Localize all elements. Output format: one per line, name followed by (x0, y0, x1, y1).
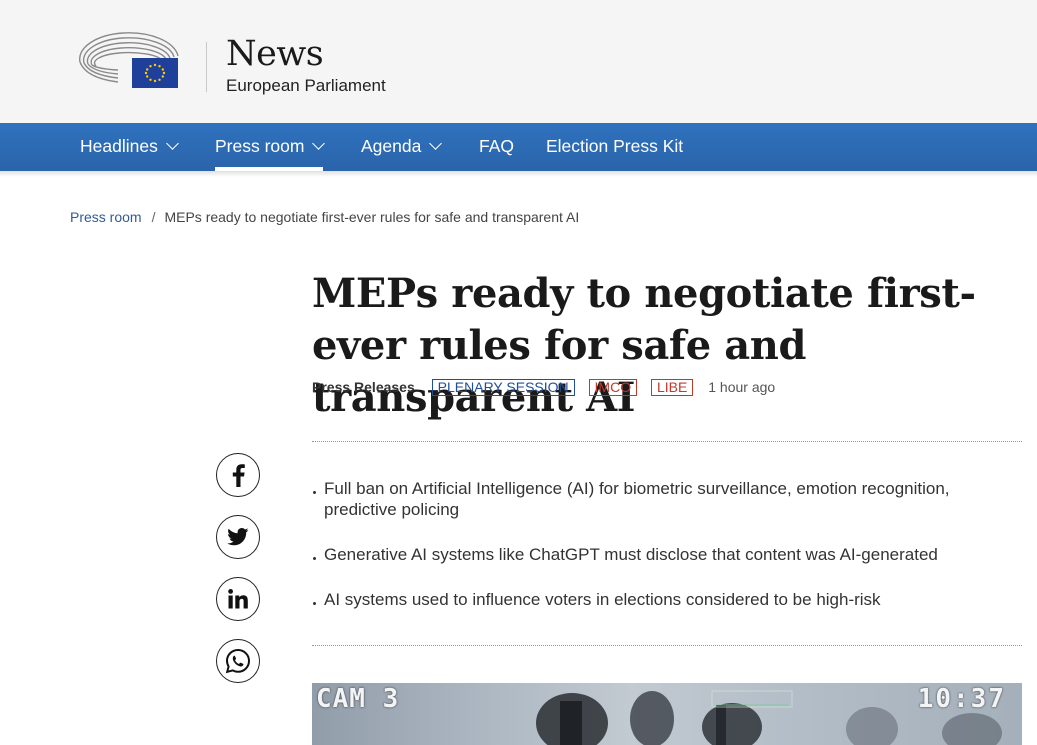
breadcrumb-current: MEPs ready to negotiate first-ever rules… (164, 209, 580, 225)
twitter-icon (227, 528, 249, 546)
facebook-icon (232, 464, 245, 487)
surveillance-scene-image (312, 683, 1022, 745)
breadcrumb-link-press-room[interactable]: Press room (70, 209, 142, 225)
tag-libe[interactable]: LIBE (650, 379, 694, 396)
share-linkedin-button[interactable] (216, 577, 260, 621)
logo-divider (206, 42, 207, 92)
article-meta: Press Releases PLENARY SESSION IMCO LIBE… (312, 379, 775, 396)
nav-item-headlines[interactable]: Headlines (80, 123, 179, 171)
main-nav: Headlines Press room Agenda FAQ Election… (0, 123, 1037, 171)
nav-item-label: FAQ (479, 136, 515, 156)
highlights-list: Full ban on Artificial Intelligence (AI)… (312, 478, 1002, 634)
site-title[interactable]: News (226, 34, 324, 74)
press-release-type[interactable]: Press Releases (312, 379, 415, 395)
clock-readout: 10:37 (917, 684, 1006, 714)
chevron-down-icon (429, 137, 443, 150)
article-title: MEPs ready to negotiate first-ever rules… (312, 270, 976, 421)
nav-item-label: Press room (215, 136, 305, 156)
highlight-item: Generative AI systems like ChatGPT must … (312, 544, 1002, 565)
highlight-item: AI systems used to influence voters in e… (312, 589, 1002, 610)
nav-item-faq[interactable]: FAQ (479, 123, 514, 171)
nav-item-label: Agenda (361, 136, 422, 156)
nav-item-election-press-kit[interactable]: Election Press Kit (546, 123, 683, 171)
tag-imco[interactable]: IMCO (588, 379, 638, 396)
european-parliament-logo[interactable] (78, 32, 180, 90)
breadcrumb: Press room / MEPs ready to negotiate first… (70, 209, 579, 225)
nav-item-label: Headlines (80, 136, 158, 156)
nav-item-label: Election Press Kit (546, 136, 684, 156)
nav-shadow (0, 171, 1037, 177)
site-header: News European Parliament (0, 0, 1037, 123)
linkedin-icon (228, 589, 248, 609)
divider (312, 441, 1022, 442)
site-subtitle: European Parliament (226, 76, 386, 95)
chevron-down-icon (312, 137, 326, 150)
share-facebook-button[interactable] (216, 453, 260, 497)
nav-item-press-room[interactable]: Press room (215, 123, 326, 171)
tag-plenary-session[interactable]: PLENARY SESSION (431, 379, 575, 396)
chevron-down-icon (165, 137, 179, 150)
publish-time: 1 hour ago (708, 379, 776, 395)
highlight-item: Full ban on Artificial Intelligence (AI)… (312, 478, 1002, 520)
breadcrumb-separator: / (151, 209, 156, 225)
share-twitter-button[interactable] (216, 515, 260, 559)
nav-item-agenda[interactable]: Agenda (361, 123, 443, 171)
hero-image[interactable]: CAM 3 10:37 (312, 683, 1022, 745)
share-whatsapp-button[interactable] (216, 639, 260, 683)
cam-label: CAM 3 (316, 684, 400, 714)
whatsapp-icon (225, 648, 251, 674)
divider (312, 645, 1022, 646)
